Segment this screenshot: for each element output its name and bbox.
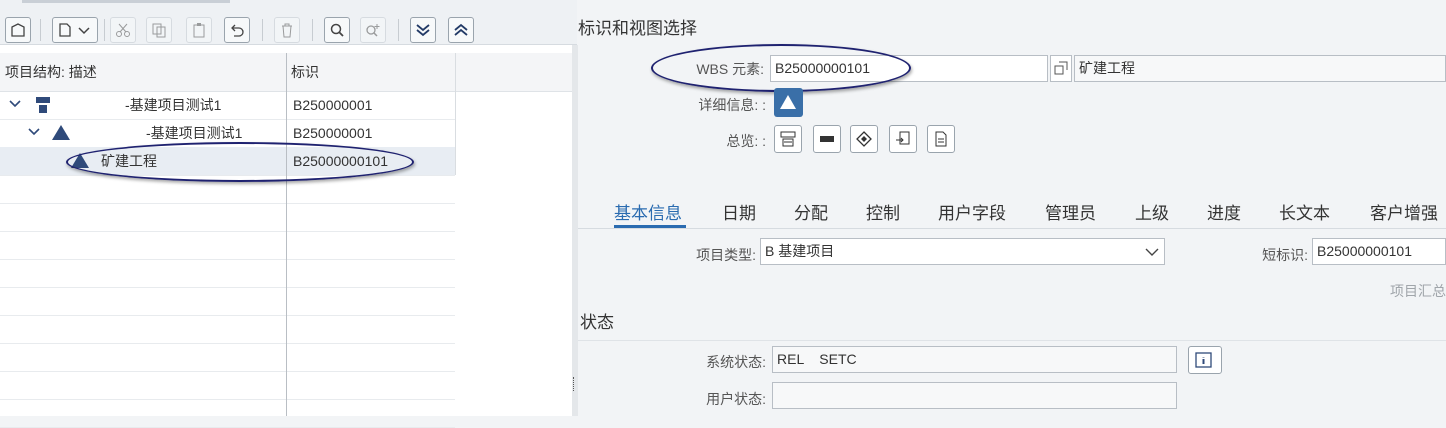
tab-control[interactable]: 控制 xyxy=(866,199,900,224)
short-id-label: 短标识: xyxy=(1262,247,1308,263)
separator xyxy=(312,19,313,41)
collapse-all-icon[interactable] xyxy=(448,17,474,43)
tree-row-empty xyxy=(0,231,455,260)
overview-label: 总览: : xyxy=(726,133,766,149)
overview-milestone-button[interactable] xyxy=(850,125,878,153)
overview-document-button[interactable] xyxy=(889,125,917,153)
detail-button[interactable] xyxy=(774,88,803,117)
open-window-button[interactable] xyxy=(1050,55,1072,82)
highlight-ellipse xyxy=(651,44,911,92)
splitter-grip[interactable] xyxy=(573,377,577,391)
tab-superior[interactable]: 上级 xyxy=(1135,199,1169,224)
user-status-field xyxy=(772,382,1177,409)
search-next-icon[interactable] xyxy=(360,17,386,43)
tab-divider xyxy=(578,228,1446,229)
wbs-triangle-icon xyxy=(780,95,796,109)
project-icon xyxy=(36,97,50,113)
status-title: 状态 xyxy=(580,313,614,332)
chevron-down-icon xyxy=(1145,248,1159,256)
separator xyxy=(104,19,105,41)
highlight-ellipse xyxy=(66,142,414,182)
diamond-icon xyxy=(856,131,872,147)
tree-row-desc: -基建项目测试1 xyxy=(125,97,222,113)
text-doc-icon xyxy=(935,131,947,147)
tree-header-empty xyxy=(456,53,572,92)
short-id-input[interactable]: B25000000101 xyxy=(1312,238,1446,265)
separator xyxy=(40,19,41,41)
tree-row-desc: -基建项目测试1 xyxy=(146,125,243,141)
wbs-triangle-icon xyxy=(52,125,70,140)
tree-header-id[interactable]: 标识 xyxy=(287,53,455,92)
window-icon[interactable] xyxy=(5,17,31,43)
tab-customer-enhancement[interactable]: 客户增强 xyxy=(1370,199,1438,224)
overview-text-button[interactable] xyxy=(927,125,955,153)
col-id-label: 标识 xyxy=(291,64,319,80)
user-status-label: 用户状态: xyxy=(706,391,766,407)
tree-row-empty xyxy=(0,287,455,316)
paste-icon[interactable] xyxy=(186,17,212,43)
chevron-down-icon[interactable] xyxy=(8,97,22,111)
tree-header-desc[interactable]: 项目结构: 描述 xyxy=(0,53,286,92)
system-status-field: REL SETC xyxy=(772,346,1177,373)
wbs-description: 矿建工程 xyxy=(1074,55,1446,82)
undo-icon[interactable] xyxy=(224,17,250,43)
toolbar xyxy=(0,0,577,45)
tree-row-empty xyxy=(0,343,455,372)
toolbar-top-tab xyxy=(22,0,230,3)
column-divider[interactable] xyxy=(286,53,287,416)
detail-label: 详细信息: : xyxy=(698,97,766,113)
tab-admin[interactable]: 管理员 xyxy=(1045,199,1096,224)
tab-basic-info[interactable]: 基本信息 xyxy=(614,199,682,224)
tab-long-text[interactable]: 长文本 xyxy=(1279,199,1330,224)
document-flow-icon xyxy=(896,131,910,145)
structure-icon xyxy=(780,131,796,147)
cut-icon[interactable] xyxy=(110,17,136,43)
open-window-icon xyxy=(1054,61,1068,75)
project-summary-label: 项目汇总 xyxy=(1390,283,1446,299)
tab-user-fields[interactable]: 用户字段 xyxy=(938,199,1006,224)
column-divider xyxy=(455,53,456,175)
new-doc-dropdown[interactable] xyxy=(52,17,98,43)
system-status-label: 系统状态: xyxy=(706,354,766,370)
expand-all-icon[interactable] xyxy=(410,17,436,43)
overview-structure-button[interactable] xyxy=(774,125,802,153)
tree-row[interactable]: -基建项目测试1 B250000001 xyxy=(0,91,455,120)
detail-pane: 标识和视图选择 WBS 元素: B25000000101 矿建工程 详细信息: … xyxy=(578,0,1446,416)
tab-assignment[interactable]: 分配 xyxy=(794,199,828,224)
tree-row-empty xyxy=(0,399,455,428)
tab-progress[interactable]: 进度 xyxy=(1207,199,1241,224)
separator xyxy=(262,19,263,41)
tree-row-empty xyxy=(0,259,455,288)
project-type-value: B 基建项目 xyxy=(765,243,835,259)
status-divider xyxy=(578,340,1446,341)
search-icon[interactable] xyxy=(324,17,350,43)
project-type-label: 项目类型: xyxy=(696,247,756,263)
tree-row-empty xyxy=(0,371,455,400)
separator xyxy=(398,19,399,41)
tree-row-empty xyxy=(0,315,455,344)
copy-icon[interactable] xyxy=(146,17,172,43)
tab-dates[interactable]: 日期 xyxy=(722,199,756,224)
tree-row-id: B250000001 xyxy=(293,125,373,141)
tree-row-empty xyxy=(0,203,455,232)
info-icon xyxy=(1195,352,1212,368)
chevron-down-icon[interactable] xyxy=(27,125,41,139)
tree-row-id: B250000001 xyxy=(293,97,373,113)
status-info-button[interactable] xyxy=(1188,346,1222,374)
overview-bar-button[interactable] xyxy=(813,125,841,153)
project-type-select[interactable]: B 基建项目 xyxy=(760,238,1165,265)
bar-icon xyxy=(820,136,834,142)
delete-icon[interactable] xyxy=(274,17,300,43)
section-title: 标识和视图选择 xyxy=(578,19,697,38)
col-desc-label: 项目结构: 描述 xyxy=(5,64,97,80)
